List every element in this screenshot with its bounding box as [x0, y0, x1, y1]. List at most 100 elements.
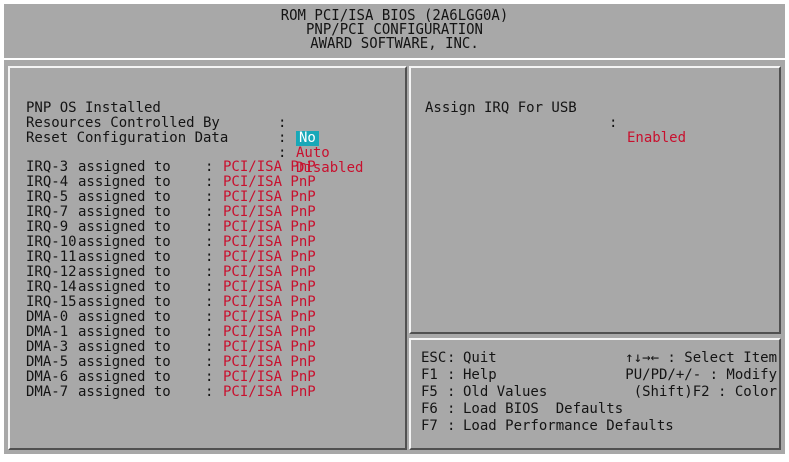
help-row: ESC: Quit ↑↓→← : Select Item — [421, 350, 777, 367]
resource-value[interactable]: PCI/ISA PnP — [223, 310, 316, 325]
separator-colon: : — [205, 294, 214, 310]
separator-colon: : — [447, 367, 456, 383]
vendor-name: AWARD SOFTWARE, INC. — [310, 35, 479, 53]
assigned-to-text: assigned to — [78, 159, 171, 175]
resource-value[interactable]: PCI/ISA PnP — [223, 355, 316, 370]
resource-label: DMA-3 — [26, 339, 69, 355]
resource-value[interactable]: PCI/ISA PnP — [223, 190, 316, 205]
help-hint: (Shift)F2 : Color — [633, 384, 777, 400]
resource-value[interactable]: PCI/ISA PnP — [223, 250, 316, 265]
help-description: Load Performance Defaults — [463, 418, 674, 434]
separator-colon: : — [447, 401, 456, 417]
resource-value[interactable]: PCI/ISA PnP — [223, 235, 316, 250]
help-key: F1 — [421, 367, 438, 383]
setting-assign-irq-usb[interactable]: Assign IRQ For USB : Enabled — [425, 86, 686, 146]
resource-value[interactable]: PCI/ISA PnP — [223, 295, 316, 310]
resource-label: DMA-1 — [26, 324, 69, 340]
help-description: Load BIOS Defaults — [463, 401, 624, 417]
resource-value[interactable]: PCI/ISA PnP — [223, 325, 316, 340]
help-key: F6 — [421, 401, 438, 417]
help-row: F5: Old Values (Shift)F2 : Color — [421, 384, 777, 401]
assigned-to-text: assigned to — [78, 279, 171, 295]
help-description: Help — [463, 367, 497, 383]
help-row: F1: Help PU/PD/+/- : Modify — [421, 367, 777, 384]
help-description: Old Values — [463, 384, 548, 400]
separator-colon: : — [278, 130, 287, 146]
resource-value[interactable]: PCI/ISA PnP — [223, 280, 316, 295]
separator-colon: : — [609, 115, 618, 131]
resource-label: IRQ-4 — [26, 174, 69, 190]
assigned-to-text: assigned to — [78, 189, 171, 205]
help-key: ESC — [421, 350, 447, 366]
separator-colon: : — [205, 264, 214, 280]
help-panel: ESC: Quit ↑↓→← : Select Item F1: Help PU/PD/+… — [409, 338, 781, 450]
usb-panel: Assign IRQ For USB : Enabled — [409, 66, 781, 334]
separator-colon: : — [205, 159, 214, 175]
bios-screen: ROM PCI/ISA BIOS (2A6LGG0A) PNP/PCI CONF… — [4, 4, 785, 454]
assigned-to-text: assigned to — [78, 219, 171, 235]
separator-colon: : — [447, 350, 456, 366]
settings-list: PNP OS Installed : No Resources Controll… — [26, 86, 363, 176]
resource-label: DMA-6 — [26, 369, 69, 385]
separator-colon: : — [205, 324, 214, 340]
resource-label: IRQ-14 — [26, 279, 77, 295]
usb-setting: Assign IRQ For USB : Enabled — [425, 86, 686, 146]
key-help-list: ESC: Quit ↑↓→← : Select Item F1: Help PU/PD/+… — [421, 350, 777, 435]
separator-colon: : — [447, 384, 456, 400]
separator-colon: : — [205, 219, 214, 235]
assigned-to-text: assigned to — [78, 249, 171, 265]
assigned-to-text: assigned to — [78, 354, 171, 370]
setting-value[interactable]: Enabled — [627, 131, 686, 146]
separator-colon: : — [205, 339, 214, 355]
help-hint: PU/PD/+/- : Modify — [625, 367, 777, 383]
separator-colon: : — [205, 279, 214, 295]
resource-value[interactable]: PCI/ISA PnP — [223, 340, 316, 355]
resource-label: DMA-0 — [26, 309, 69, 325]
resource-label: DMA-5 — [26, 354, 69, 370]
resource-value[interactable]: PCI/ISA PnP — [223, 220, 316, 235]
separator-colon: : — [205, 369, 214, 385]
resource-value[interactable]: PCI/ISA PnP — [223, 370, 316, 385]
settings-panel: PNP OS Installed : No Resources Controll… — [8, 66, 407, 450]
assigned-to-text: assigned to — [78, 339, 171, 355]
assigned-to-text: assigned to — [78, 309, 171, 325]
assigned-to-text: assigned to — [78, 204, 171, 220]
separator-colon: : — [205, 204, 214, 220]
separator-colon: : — [205, 174, 214, 190]
setting-resources-controlled-by[interactable]: Resources Controlled By : Auto — [26, 101, 330, 161]
assigned-to-text: assigned to — [78, 264, 171, 280]
setting-label: Reset Configuration Data — [26, 130, 229, 146]
resource-label: IRQ-11 — [26, 249, 77, 265]
resource-label: IRQ-10 — [26, 234, 77, 250]
assigned-to-text: assigned to — [78, 294, 171, 310]
assigned-to-text: assigned to — [78, 174, 171, 190]
separator-colon: : — [205, 354, 214, 370]
resource-label: IRQ-9 — [26, 219, 69, 235]
assigned-to-text: assigned to — [78, 369, 171, 385]
resource-value[interactable]: PCI/ISA PnP — [223, 205, 316, 220]
resource-value[interactable]: PCI/ISA PnP — [223, 265, 316, 280]
help-row: F6: Load BIOS Defaults — [421, 401, 777, 418]
setting-value-selected[interactable]: No — [296, 131, 319, 146]
separator-colon: : — [205, 249, 214, 265]
setting-reset-configuration-data[interactable]: Reset Configuration Data : Disabled — [26, 116, 363, 176]
resource-value[interactable]: PCI/ISA PnP — [223, 385, 316, 400]
help-key: F5 — [421, 384, 438, 400]
separator-colon: : — [205, 234, 214, 250]
resource-value[interactable]: PCI/ISA PnP — [223, 175, 316, 190]
separator-colon: : — [205, 189, 214, 205]
separator-colon: : — [205, 384, 214, 400]
separator-colon: : — [278, 115, 287, 131]
setting-pnp-os-installed[interactable]: PNP OS Installed : No — [26, 86, 319, 146]
resource-value[interactable]: PCI/ISA PnP — [223, 160, 316, 175]
resource-label: IRQ-3 — [26, 159, 69, 175]
separator-colon: : — [447, 418, 456, 434]
help-key: F7 — [421, 418, 438, 434]
assigned-to-text: assigned to — [78, 324, 171, 340]
help-hint: ↑↓→← : Select Item — [625, 350, 777, 366]
help-row: F7: Load Performance Defaults — [421, 418, 777, 435]
help-description: Quit — [463, 350, 497, 366]
assigned-to-text: assigned to — [78, 234, 171, 250]
setting-label: Assign IRQ For USB — [425, 100, 577, 116]
resource-label: IRQ-12 — [26, 264, 77, 280]
